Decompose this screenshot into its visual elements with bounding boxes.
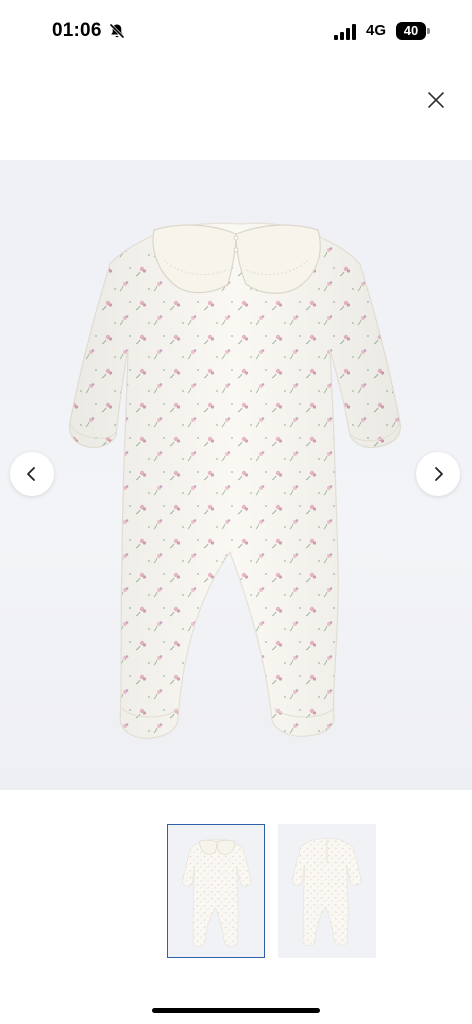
- bell-muted-icon: [109, 23, 125, 39]
- home-indicator[interactable]: [152, 1008, 320, 1013]
- status-bar: 01:06 4G 40: [0, 0, 472, 64]
- product-romper-image: [68, 222, 402, 739]
- battery-icon: 40: [396, 22, 432, 40]
- thumbnail-back[interactable]: [278, 824, 376, 958]
- chevron-left-icon: [27, 467, 35, 481]
- product-gallery[interactable]: [0, 160, 472, 790]
- status-time: 01:06: [52, 20, 102, 41]
- thumbnail-back-image: [292, 838, 362, 946]
- signal-icon: [334, 24, 356, 40]
- chevron-right-icon: [435, 467, 443, 481]
- close-icon[interactable]: [424, 88, 448, 112]
- prev-image-button[interactable]: [10, 452, 54, 496]
- network-type: 4G: [366, 22, 387, 39]
- thumbnail-front-image: [182, 839, 252, 947]
- thumbnail-strip: [0, 824, 472, 960]
- next-image-button[interactable]: [416, 452, 460, 496]
- battery-level: 40: [403, 23, 419, 38]
- thumbnail-front[interactable]: [167, 824, 265, 958]
